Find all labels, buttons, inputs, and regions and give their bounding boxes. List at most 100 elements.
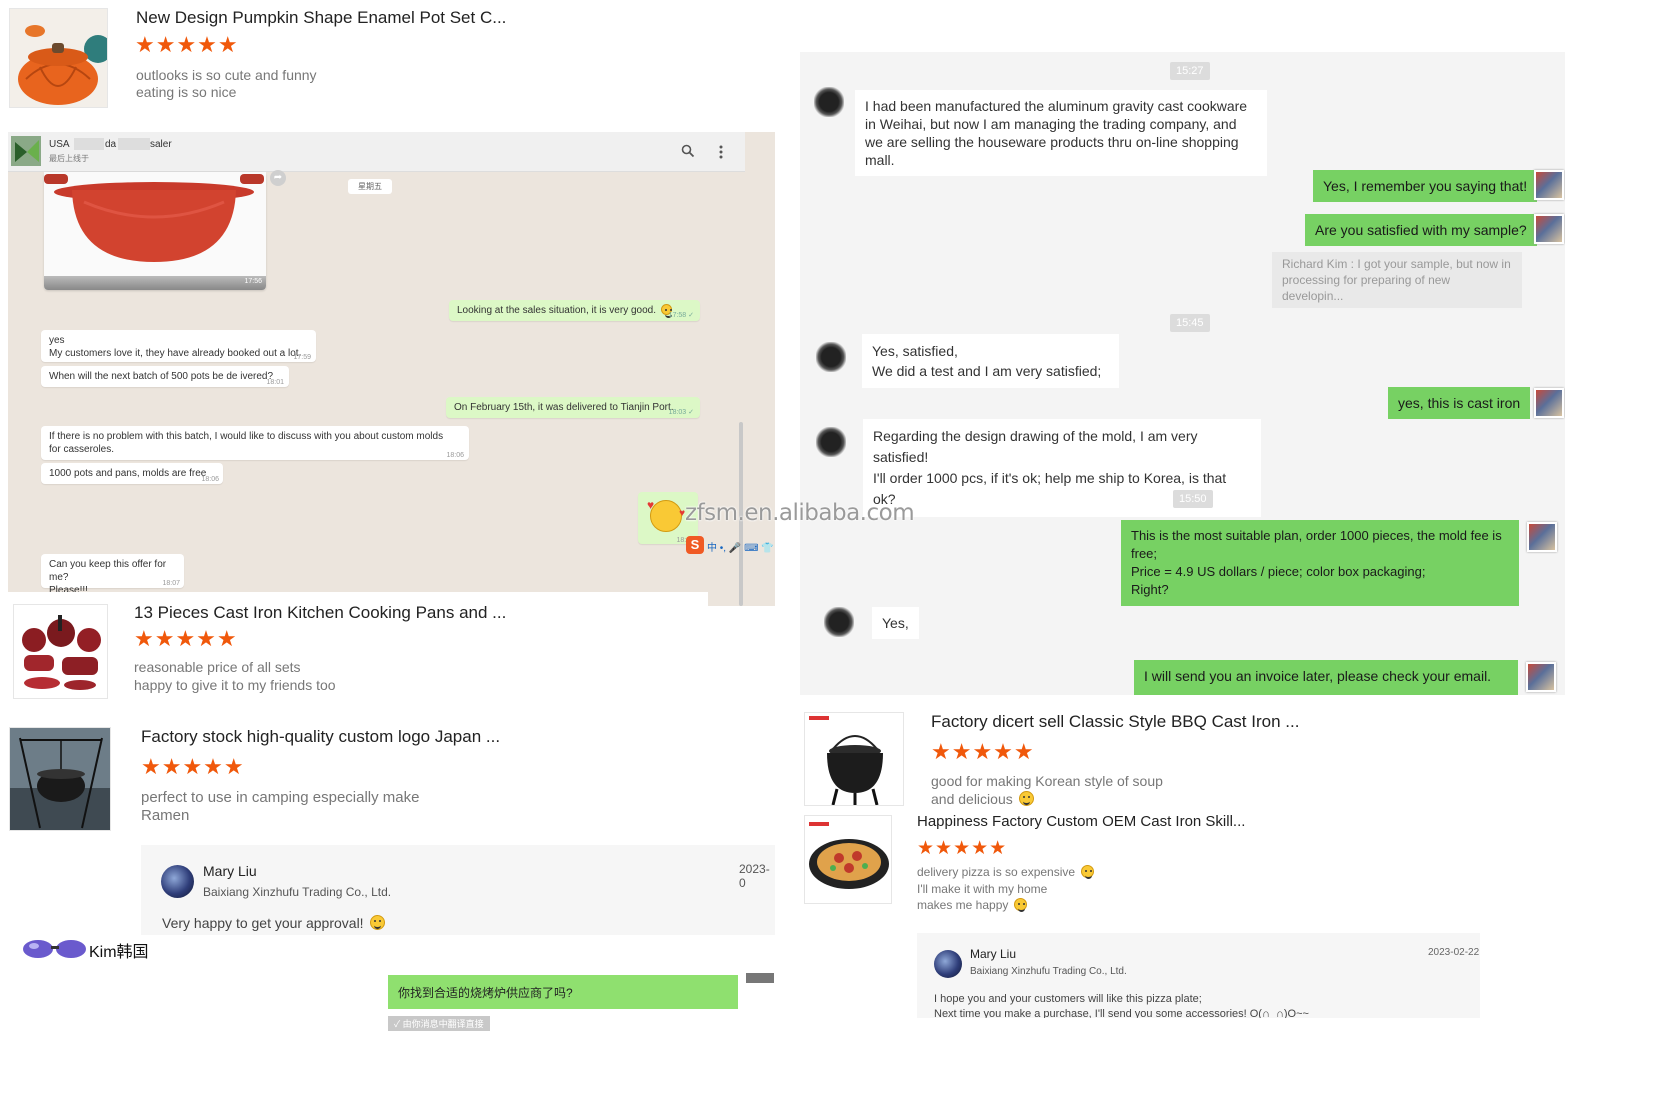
product-thumbnail-pizza-pan[interactable]	[804, 815, 892, 904]
smile-emoji-icon	[1014, 898, 1028, 912]
product-thumbnail-pumpkin-pot[interactable]	[9, 8, 108, 108]
message-time: 17:59	[293, 354, 311, 361]
contact-name-blur	[74, 138, 104, 150]
sunglasses-icon	[21, 938, 89, 960]
product-title[interactable]: Happiness Factory Custom OEM Cast Iron S…	[917, 813, 1245, 830]
seller-avatar[interactable]	[934, 950, 962, 978]
seller-avatar[interactable]	[1534, 170, 1564, 200]
message-text: When will the next batch of 500 pots be …	[49, 371, 274, 382]
customer-avatar[interactable]	[816, 427, 846, 457]
seller-company: Baixiang Xinzhufu Trading Co., Ltd.	[970, 966, 1127, 977]
review-line: happy to give it to my friends too	[134, 677, 336, 693]
received-message: Can you keep this offer for me? Please!!…	[41, 554, 184, 596]
seller-name: Mary Liu	[203, 863, 257, 879]
quoted-message: Richard Kim : I got your sample, but now…	[1272, 252, 1522, 308]
product-title[interactable]: Factory stock high-quality custom logo J…	[141, 727, 500, 747]
image-message[interactable]: 17:56	[44, 172, 266, 290]
seller-avatar[interactable]	[1527, 522, 1557, 552]
reply-date: 2023-0	[739, 862, 770, 890]
message-text: My customers love it, they have already …	[49, 348, 302, 359]
review-line-text: and delicious	[931, 791, 1013, 807]
product-thumbnail-bbq-pot[interactable]	[804, 712, 904, 806]
image-caption-bar	[44, 276, 266, 290]
ime-logo-icon[interactable]: S	[686, 536, 704, 554]
contact-country: USA	[49, 139, 70, 150]
product-thumbnail-camping-pot[interactable]	[9, 727, 111, 831]
seller-avatar[interactable]	[161, 865, 194, 898]
received-message: Yes,	[872, 607, 919, 639]
product-title[interactable]: 13 Pieces Cast Iron Kitchen Cooking Pans…	[134, 603, 506, 623]
message-text: yes	[49, 335, 65, 346]
whatsapp-chat-screenshot: USA da saler 最后上线于 17:56 ➦ 星期五 Looking a…	[8, 132, 775, 606]
review-line: I'll make it with my home	[917, 882, 1048, 896]
contact-name-part: da	[105, 139, 117, 150]
seller-reply: Mary Liu Baixiang Xinzhufu Trading Co., …	[917, 933, 1480, 1018]
received-message: yes My customers love it, they have alre…	[41, 330, 316, 362]
seller-avatar[interactable]	[1526, 662, 1556, 692]
sad-emoji-icon	[1081, 865, 1095, 879]
message-time: 18:03 ✓	[668, 409, 694, 416]
sent-message: I will send you an invoice later, please…	[1134, 660, 1518, 695]
alibaba-watermark: zfsm.en.alibaba.com	[685, 500, 915, 526]
message-time: 18:06	[446, 452, 464, 459]
message-text: Looking at the sales situation, it is ve…	[457, 305, 657, 316]
message-time: 18:01	[266, 379, 284, 386]
message-time: 18:07	[162, 580, 180, 587]
kakao-message-text: 你找到合适的烧烤炉供应商了吗?	[398, 986, 573, 1000]
received-message: I had been manufactured the aluminum gra…	[855, 90, 1267, 176]
seller-avatar[interactable]	[1534, 214, 1564, 244]
review-line: delivery pizza is so expensive	[917, 864, 1095, 880]
contact-name-part: saler	[150, 139, 172, 150]
review-line: perfect to use in camping especially mak…	[141, 789, 420, 806]
rating-stars: ★★★★★	[931, 740, 1035, 765]
received-message: When will the next batch of 500 pots be …	[41, 366, 289, 387]
review-line: and delicious	[931, 790, 1034, 809]
more-options-icon[interactable]	[718, 144, 724, 165]
product-title[interactable]: Factory dicert sell Classic Style BBQ Ca…	[931, 712, 1299, 732]
kakao-chat-strip: Kim韩国 你找到合适的烧烤炉供应商了吗? ✓ 由你消息中翻译直接	[13, 935, 775, 1031]
message-time: 17:56	[244, 278, 262, 285]
reply-date: 2023-02-22	[1428, 947, 1480, 958]
kakao-avatar[interactable]	[746, 973, 774, 983]
customer-avatar[interactable]	[814, 87, 844, 117]
review-line: Ramen	[141, 807, 190, 824]
translation-chip: ✓ 由你消息中翻译直接	[388, 1016, 490, 1031]
rating-stars: ★★★★★	[141, 755, 245, 780]
rating-stars: ★★★★★	[917, 837, 1008, 859]
sent-message: This is the most suitable plan, order 10…	[1121, 520, 1519, 606]
reply-text-second-line: Next time you make a purchase, I'll send…	[934, 1008, 1309, 1018]
kakao-contact-name: Kim韩国	[89, 944, 149, 961]
time-stamp: 15:50	[1173, 490, 1213, 508]
rating-stars: ★★★★★	[134, 627, 238, 652]
search-icon[interactable]	[681, 144, 695, 163]
smile-emoji-icon	[369, 915, 385, 930]
contact-avatar[interactable]	[11, 136, 41, 166]
review-line: makes me happy	[917, 897, 1028, 913]
heart-face-emoji-icon: ♥ ♥	[647, 499, 685, 532]
message-time: 17:58 ✓	[668, 312, 694, 319]
message-text: On February 15th, it was delivered to Ti…	[454, 402, 674, 413]
customer-avatar[interactable]	[824, 607, 854, 637]
seller-avatar[interactable]	[1534, 388, 1564, 418]
review-line: eating is so nice	[136, 84, 237, 100]
contact-name-blur	[118, 138, 150, 150]
chat-header: USA da saler 最后上线于	[8, 132, 745, 172]
reply-text: I hope you and your customers will like …	[934, 993, 1202, 1005]
sent-message: Yes, I remember you saying that!	[1313, 170, 1538, 202]
received-message: 1000 pots and pans, molds are free 18:06	[41, 463, 223, 484]
smile-emoji-icon	[1018, 791, 1034, 806]
reply-text: Very happy to get your approval!	[162, 915, 385, 931]
product-thumbnail-cookware-set[interactable]	[13, 604, 108, 699]
forward-icon[interactable]: ➦	[270, 170, 286, 186]
review-line: reasonable price of all sets	[134, 659, 301, 675]
product-title[interactable]: New Design Pumpkin Shape Enamel Pot Set …	[136, 8, 506, 28]
time-stamp: 15:45	[1170, 314, 1210, 332]
message-text: 1000 pots and pans, molds are free	[49, 468, 207, 479]
sent-message: Are you satisfied with my sample?	[1305, 214, 1537, 246]
seller-company: Baixiang Xinzhufu Trading Co., Ltd.	[203, 885, 392, 899]
time-stamp: 15:27	[1170, 62, 1210, 80]
ime-toolbar[interactable]: 中 •, 🎤 ⌨ 👕	[707, 539, 774, 554]
rating-stars: ★★★★★	[135, 33, 239, 58]
seller-name: Mary Liu	[970, 947, 1017, 961]
customer-avatar[interactable]	[816, 342, 846, 372]
